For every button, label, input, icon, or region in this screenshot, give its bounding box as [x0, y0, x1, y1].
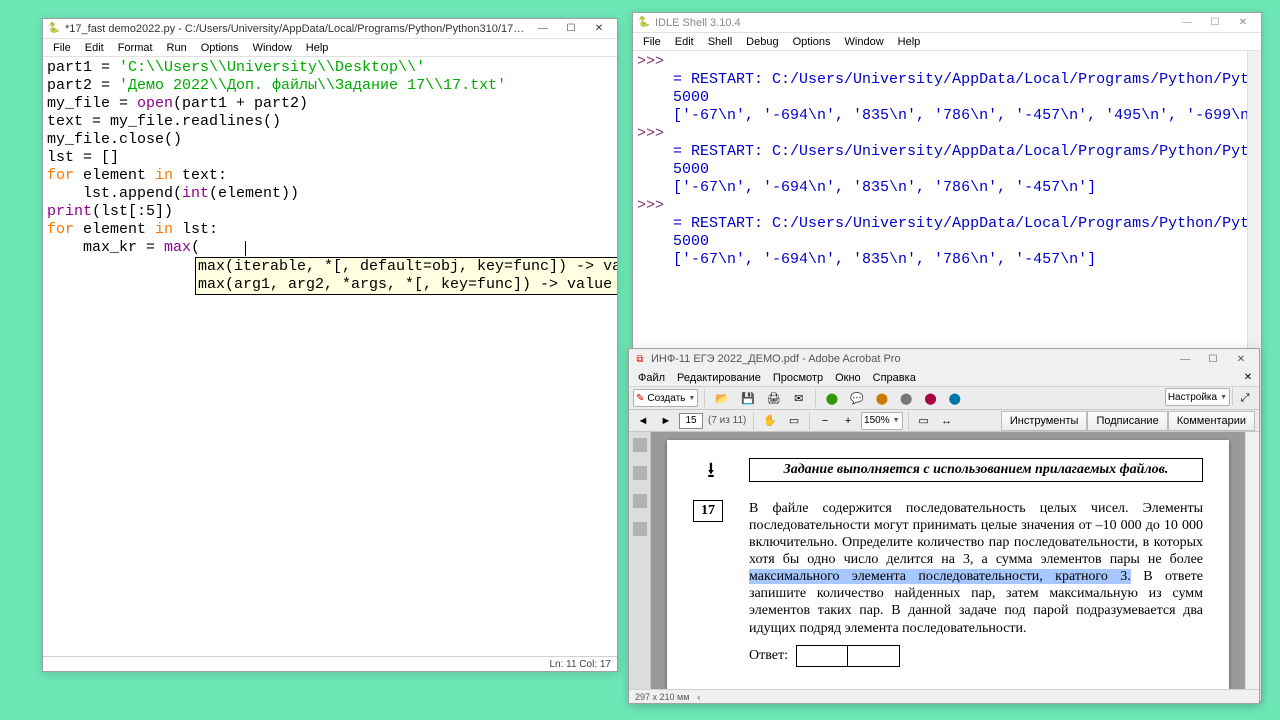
acrobat-sidebar	[629, 432, 651, 689]
pdf-icon: ⧉	[633, 352, 647, 366]
menu-view[interactable]: Просмотр	[768, 372, 828, 384]
highlighted-text: максимального элемента последовательност…	[749, 569, 1131, 584]
next-page-button[interactable]: ►	[656, 411, 676, 431]
bookmarks-panel-icon[interactable]	[633, 466, 647, 480]
pdf-viewport[interactable]: ⭳ Задание выполняется с использованием п…	[651, 432, 1245, 689]
prev-page-button[interactable]: ◄	[633, 411, 653, 431]
cursor-position: Ln: 11 Col: 17	[549, 659, 611, 670]
acrobat-title: ИНФ-11 ЕГЭ 2022_ДЕМО.pdf - Adobe Acrobat…	[651, 353, 1171, 365]
menu-help[interactable]: Help	[892, 35, 927, 49]
document-close-icon[interactable]: ✕	[1241, 371, 1255, 385]
save-button[interactable]: 💾	[737, 388, 759, 408]
acrobat-menubar: Файл Редактирование Просмотр Окно Справк…	[629, 369, 1259, 386]
settings-dropdown[interactable]: Настройка ▼	[1165, 388, 1230, 406]
fit-page-button[interactable]: ▭	[914, 411, 934, 431]
create-dropdown[interactable]: ✎Создать ▼	[633, 389, 698, 407]
acrobat-statusbar: 297 x 210 мм ‹	[629, 689, 1259, 703]
menu-window[interactable]: Window	[247, 41, 298, 55]
menu-debug[interactable]: Debug	[740, 35, 784, 49]
task-banner: Задание выполняется с использованием при…	[749, 458, 1203, 482]
menu-help[interactable]: Справка	[868, 372, 921, 384]
tool-icon[interactable]: ⬤	[945, 388, 965, 408]
menu-shell[interactable]: Shell	[702, 35, 738, 49]
open-button[interactable]: 📂	[711, 388, 733, 408]
editor-menubar: File Edit Format Run Options Window Help	[43, 39, 617, 57]
idle-editor-window: 🐍 *17_fast demo2022.py - C:/Users/Univer…	[42, 18, 618, 672]
menu-window[interactable]: Окно	[830, 372, 866, 384]
acrobat-toolbar-2: ◄ ► (7 из 11) ✋ ▭ − + 150% ▼ ▭ ↔ Инструм…	[629, 410, 1259, 432]
acrobat-window: ⧉ ИНФ-11 ЕГЭ 2022_ДЕМО.pdf - Adobe Acrob…	[628, 348, 1260, 704]
menu-file[interactable]: File	[637, 35, 667, 49]
zoom-level-dropdown[interactable]: 150% ▼	[861, 412, 903, 430]
tool-icon[interactable]: ⬤	[920, 388, 940, 408]
hand-tool[interactable]: ✋	[759, 411, 781, 431]
acrobat-toolbar-1: ✎Создать ▼ 📂 💾 🖨 ✉ ⬤ 💬 ⬤ ⬤ ⬤ ⬤ Настройка…	[629, 386, 1259, 410]
pdf-scrollbar[interactable]	[1245, 432, 1259, 689]
minimize-button[interactable]: —	[1173, 14, 1201, 32]
tools-tab[interactable]: Инструменты	[1001, 411, 1088, 431]
fit-width-button[interactable]: ↔	[937, 411, 957, 431]
maximize-button[interactable]: ☐	[557, 20, 585, 38]
comment-tab[interactable]: Комментарии	[1168, 411, 1255, 431]
tool-icon[interactable]: 💬	[846, 388, 868, 408]
menu-edit[interactable]: Edit	[79, 41, 110, 55]
zoom-out-button[interactable]: −	[815, 411, 835, 431]
page-number-input[interactable]	[679, 413, 703, 429]
menu-edit[interactable]: Edit	[669, 35, 700, 49]
menu-options[interactable]: Options	[195, 41, 245, 55]
tool-icon[interactable]: ⬤	[896, 388, 916, 408]
pdf-page: ⭳ Задание выполняется с использованием п…	[667, 440, 1229, 689]
answer-field-1[interactable]	[796, 645, 848, 667]
shell-titlebar[interactable]: 🐍 IDLE Shell 3.10.4 — ☐ ✕	[633, 13, 1261, 33]
task-text[interactable]: В файле содержится последовательность це…	[749, 500, 1203, 637]
pages-panel-icon[interactable]	[633, 438, 647, 452]
menu-run[interactable]: Run	[161, 41, 193, 55]
zoom-in-button[interactable]: +	[838, 411, 858, 431]
editor-titlebar[interactable]: 🐍 *17_fast demo2022.py - C:/Users/Univer…	[43, 19, 617, 39]
shell-prompt: >>>	[637, 197, 673, 214]
email-button[interactable]: ✉	[789, 388, 809, 408]
text-cursor	[245, 241, 246, 256]
task-number: 17	[693, 500, 723, 522]
scroll-left-icon[interactable]: ‹	[697, 692, 700, 702]
shell-menubar: File Edit Shell Debug Options Window Hel…	[633, 33, 1261, 51]
maximize-button[interactable]: ☐	[1201, 14, 1229, 32]
tool-icon[interactable]: ⬤	[822, 388, 842, 408]
menu-options[interactable]: Options	[787, 35, 837, 49]
maximize-button[interactable]: ☐	[1199, 350, 1227, 368]
shell-title: IDLE Shell 3.10.4	[655, 17, 1173, 29]
snapshot-button[interactable]: ⤢	[1235, 388, 1255, 408]
close-button[interactable]: ✕	[1227, 350, 1255, 368]
editor-statusbar: Ln: 11 Col: 17	[43, 656, 617, 671]
page-total-label: (7 из 11)	[706, 415, 748, 426]
signatures-panel-icon[interactable]	[633, 522, 647, 536]
print-button[interactable]: 🖨	[763, 388, 785, 408]
shell-prompt: >>>	[637, 53, 673, 70]
minimize-button[interactable]: —	[1171, 350, 1199, 368]
menu-format[interactable]: Format	[112, 41, 159, 55]
answer-label: Ответ:	[749, 648, 788, 664]
shell-prompt: >>>	[637, 125, 673, 142]
python-icon: 🐍	[47, 22, 61, 36]
call-tip: max(iterable, *[, default=obj, key=func]…	[195, 257, 617, 295]
answer-field-2[interactable]	[848, 645, 900, 667]
menu-edit[interactable]: Редактирование	[672, 372, 766, 384]
menu-file[interactable]: Файл	[633, 372, 670, 384]
code-editor[interactable]: part1 = 'C:\\Users\\University\\Desktop\…	[43, 57, 617, 656]
close-button[interactable]: ✕	[1229, 14, 1257, 32]
editor-title: *17_fast demo2022.py - C:/Users/Universi…	[65, 23, 529, 35]
acrobat-titlebar[interactable]: ⧉ ИНФ-11 ЕГЭ 2022_ДЕМО.pdf - Adobe Acrob…	[629, 349, 1259, 369]
tool-icon[interactable]: ⬤	[872, 388, 892, 408]
menu-file[interactable]: File	[47, 41, 77, 55]
menu-window[interactable]: Window	[839, 35, 890, 49]
select-tool[interactable]: ▭	[784, 411, 804, 431]
attachments-panel-icon[interactable]	[633, 494, 647, 508]
page-size-label: 297 x 210 мм	[635, 692, 689, 702]
menu-help[interactable]: Help	[300, 41, 335, 55]
close-button[interactable]: ✕	[585, 20, 613, 38]
python-icon: 🐍	[637, 16, 651, 30]
minimize-button[interactable]: —	[529, 20, 557, 38]
download-icon: ⭳	[693, 456, 729, 488]
sign-tab[interactable]: Подписание	[1087, 411, 1167, 431]
